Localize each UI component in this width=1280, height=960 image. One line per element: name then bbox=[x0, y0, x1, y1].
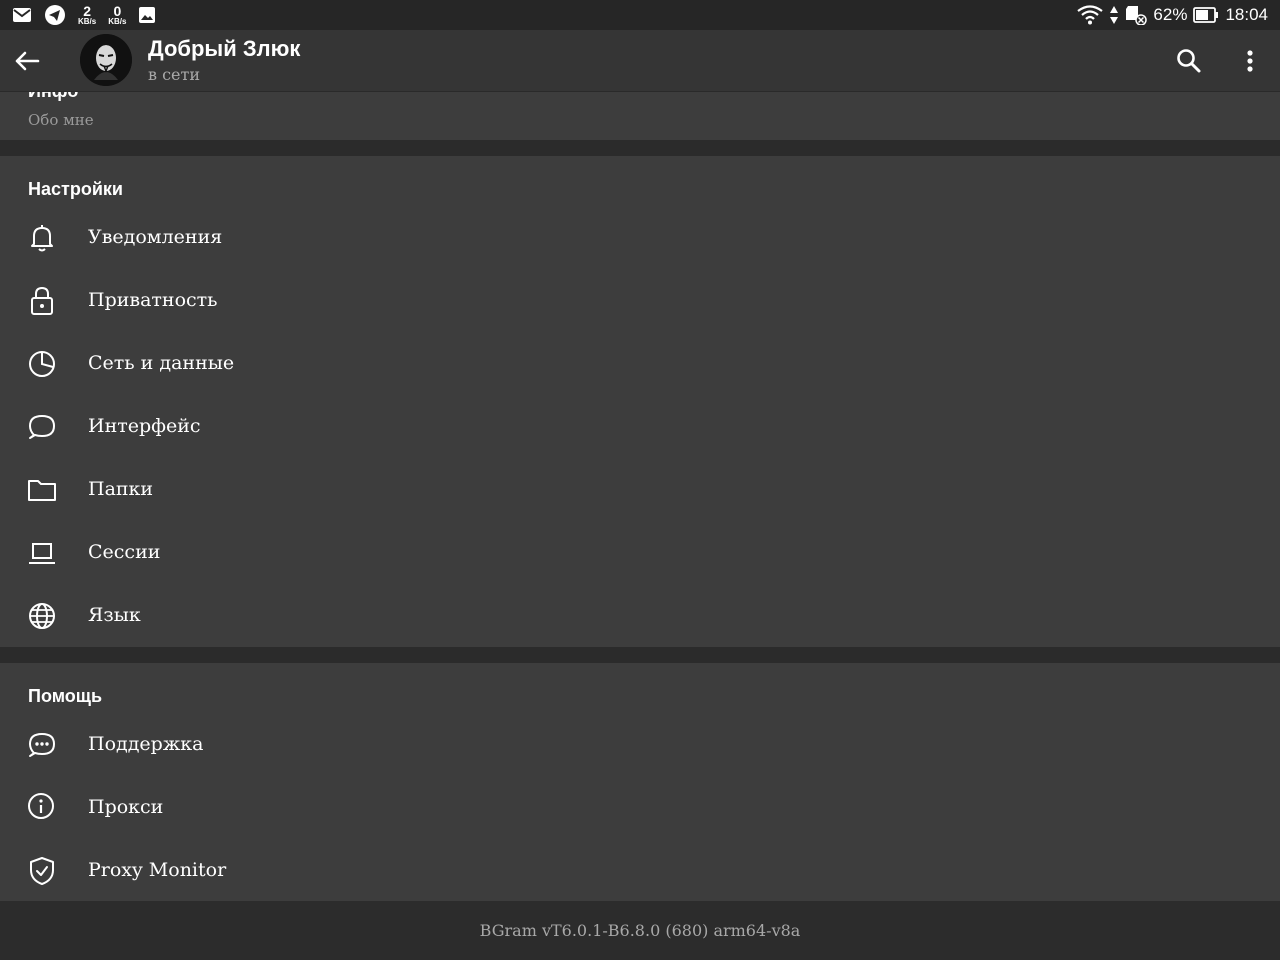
info-title: Инфо bbox=[28, 92, 78, 102]
battery-icon bbox=[1193, 6, 1219, 24]
chat-title: Добрый Злюк bbox=[148, 36, 301, 61]
footer: BGram vT6.0.1-B6.8.0 (680) arm64-v8a bbox=[0, 901, 1280, 960]
lock-icon bbox=[31, 286, 53, 315]
settings-item-label: Сеть и данные bbox=[88, 352, 235, 374]
app-bar: Добрый Злюк в сети bbox=[0, 30, 1280, 92]
help-item-label: Поддержка bbox=[88, 733, 204, 755]
settings-item-label: Папки bbox=[88, 478, 154, 500]
more-vertical-icon bbox=[1247, 50, 1253, 72]
folder-icon bbox=[28, 480, 56, 501]
avatar[interactable] bbox=[80, 34, 132, 86]
settings-item-interface[interactable]: Интерфейс bbox=[0, 395, 1280, 458]
settings-section: Настройки Уведомления Приватность Сеть и… bbox=[0, 156, 1280, 647]
help-header: Помощь bbox=[28, 686, 103, 706]
settings-item-label: Уведомления bbox=[88, 226, 223, 248]
clock: 18:04 bbox=[1225, 5, 1268, 24]
arrow-left-icon bbox=[15, 51, 40, 71]
settings-item-label: Язык bbox=[88, 604, 141, 626]
wifi-icon bbox=[1077, 5, 1104, 25]
shield-check-icon bbox=[30, 857, 54, 885]
settings-header: Настройки bbox=[28, 179, 123, 199]
laptop-icon bbox=[29, 543, 55, 564]
settings-item-folders[interactable]: Папки bbox=[0, 458, 1280, 521]
help-item-proxy[interactable]: Прокси bbox=[0, 776, 1280, 839]
download-speed: 2 KB/s bbox=[78, 4, 96, 26]
sd-card-icon bbox=[1125, 5, 1148, 25]
data-arrows-icon bbox=[1109, 5, 1119, 25]
help-section: Помощь Поддержка Прокси Proxy Monitor bbox=[0, 663, 1280, 901]
bell-icon bbox=[31, 225, 53, 252]
search-button[interactable] bbox=[1174, 46, 1204, 76]
gmail-icon bbox=[12, 7, 32, 23]
chat-bubble-icon bbox=[29, 415, 55, 439]
download-speed-value: 2 bbox=[83, 3, 92, 19]
download-speed-unit: KB/s bbox=[78, 17, 97, 26]
info-section: Инфо Обо мне bbox=[0, 92, 1280, 140]
settings-item-language[interactable]: Язык bbox=[0, 584, 1280, 647]
image-icon bbox=[138, 6, 156, 24]
upload-speed-unit: KB/s bbox=[108, 17, 127, 26]
upload-speed-value: 0 bbox=[113, 3, 122, 19]
app-version: BGram vT6.0.1-B6.8.0 (680) arm64-v8a bbox=[479, 921, 801, 940]
telegram-icon bbox=[44, 4, 66, 26]
settings-item-network-data[interactable]: Сеть и данные bbox=[0, 332, 1280, 395]
settings-item-notifications[interactable]: Уведомления bbox=[0, 206, 1280, 269]
settings-item-label: Интерфейс bbox=[88, 415, 201, 437]
globe-icon bbox=[29, 603, 55, 629]
settings-item-sessions[interactable]: Сессии bbox=[0, 521, 1280, 584]
settings-item-label: Приватность bbox=[88, 289, 218, 311]
chat-dots-icon bbox=[29, 733, 55, 757]
help-item-label: Прокси bbox=[88, 796, 164, 818]
help-item-label: Proxy Monitor bbox=[88, 859, 227, 881]
settings-item-label: Сессии bbox=[88, 541, 161, 563]
search-icon bbox=[1177, 49, 1201, 73]
info-icon bbox=[28, 793, 54, 819]
back-button[interactable] bbox=[12, 46, 42, 76]
status-bar: 2 KB/s 0 KB/s 62% 18:04 bbox=[0, 0, 1280, 30]
info-about[interactable]: Обо мне bbox=[28, 111, 94, 129]
help-item-support[interactable]: Поддержка bbox=[0, 713, 1280, 776]
more-menu-button[interactable] bbox=[1236, 46, 1264, 76]
mask-avatar-icon bbox=[80, 34, 132, 86]
battery-level: 62% bbox=[1153, 5, 1188, 24]
online-status: в сети bbox=[148, 65, 201, 84]
upload-speed: 0 KB/s bbox=[108, 4, 126, 26]
help-item-proxy-monitor[interactable]: Proxy Monitor bbox=[0, 839, 1280, 902]
pie-chart-icon bbox=[29, 351, 55, 377]
settings-item-privacy[interactable]: Приватность bbox=[0, 269, 1280, 332]
